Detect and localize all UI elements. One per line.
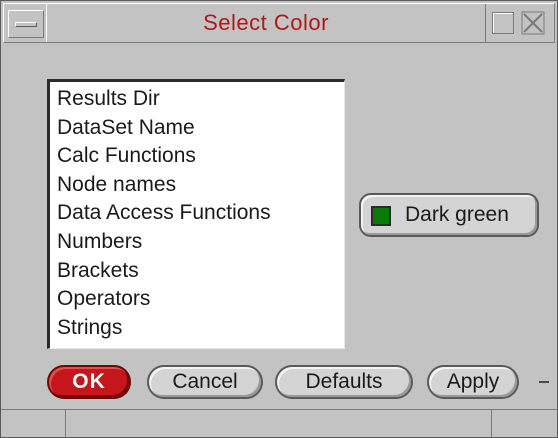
- frame-divider: [491, 410, 492, 437]
- color-picker-button[interactable]: Dark green: [359, 193, 539, 237]
- color-swatch: [371, 206, 391, 226]
- window-menu-button[interactable]: [8, 10, 44, 38]
- window-title: Select Color: [46, 4, 486, 42]
- list-item[interactable]: Node names: [57, 171, 344, 200]
- apply-button[interactable]: Apply: [427, 365, 519, 399]
- divider: [539, 381, 549, 383]
- maximize-button[interactable]: [490, 10, 516, 38]
- select-color-dialog: Select Color Results Dir DataSet Name Ca…: [0, 0, 558, 438]
- list-item[interactable]: Calc Functions: [57, 142, 344, 171]
- maximize-icon: [492, 12, 514, 34]
- frame-divider: [65, 410, 66, 437]
- list-item[interactable]: Results Dir: [57, 85, 344, 114]
- list-item[interactable]: Operators: [57, 285, 344, 314]
- defaults-button[interactable]: Defaults: [275, 365, 413, 399]
- close-button[interactable]: [520, 10, 546, 38]
- list-item[interactable]: Brackets: [57, 257, 344, 286]
- window-bottom-frame: [1, 409, 557, 437]
- color-name-label: Dark green: [405, 203, 509, 226]
- list-item[interactable]: DataSet Name: [57, 114, 344, 143]
- title-bar[interactable]: Select Color: [3, 3, 555, 43]
- cancel-button[interactable]: Cancel: [147, 365, 263, 399]
- list-item[interactable]: Numbers: [57, 228, 344, 257]
- ok-button[interactable]: OK: [47, 365, 131, 399]
- dialog-content: Results Dir DataSet Name Calc Functions …: [3, 45, 555, 407]
- list-item[interactable]: Strings: [57, 314, 344, 343]
- close-icon: [521, 11, 545, 35]
- list-item[interactable]: Data Access Functions: [57, 199, 344, 228]
- color-item-list[interactable]: Results Dir DataSet Name Calc Functions …: [47, 79, 345, 349]
- window-menu-icon: [15, 22, 37, 27]
